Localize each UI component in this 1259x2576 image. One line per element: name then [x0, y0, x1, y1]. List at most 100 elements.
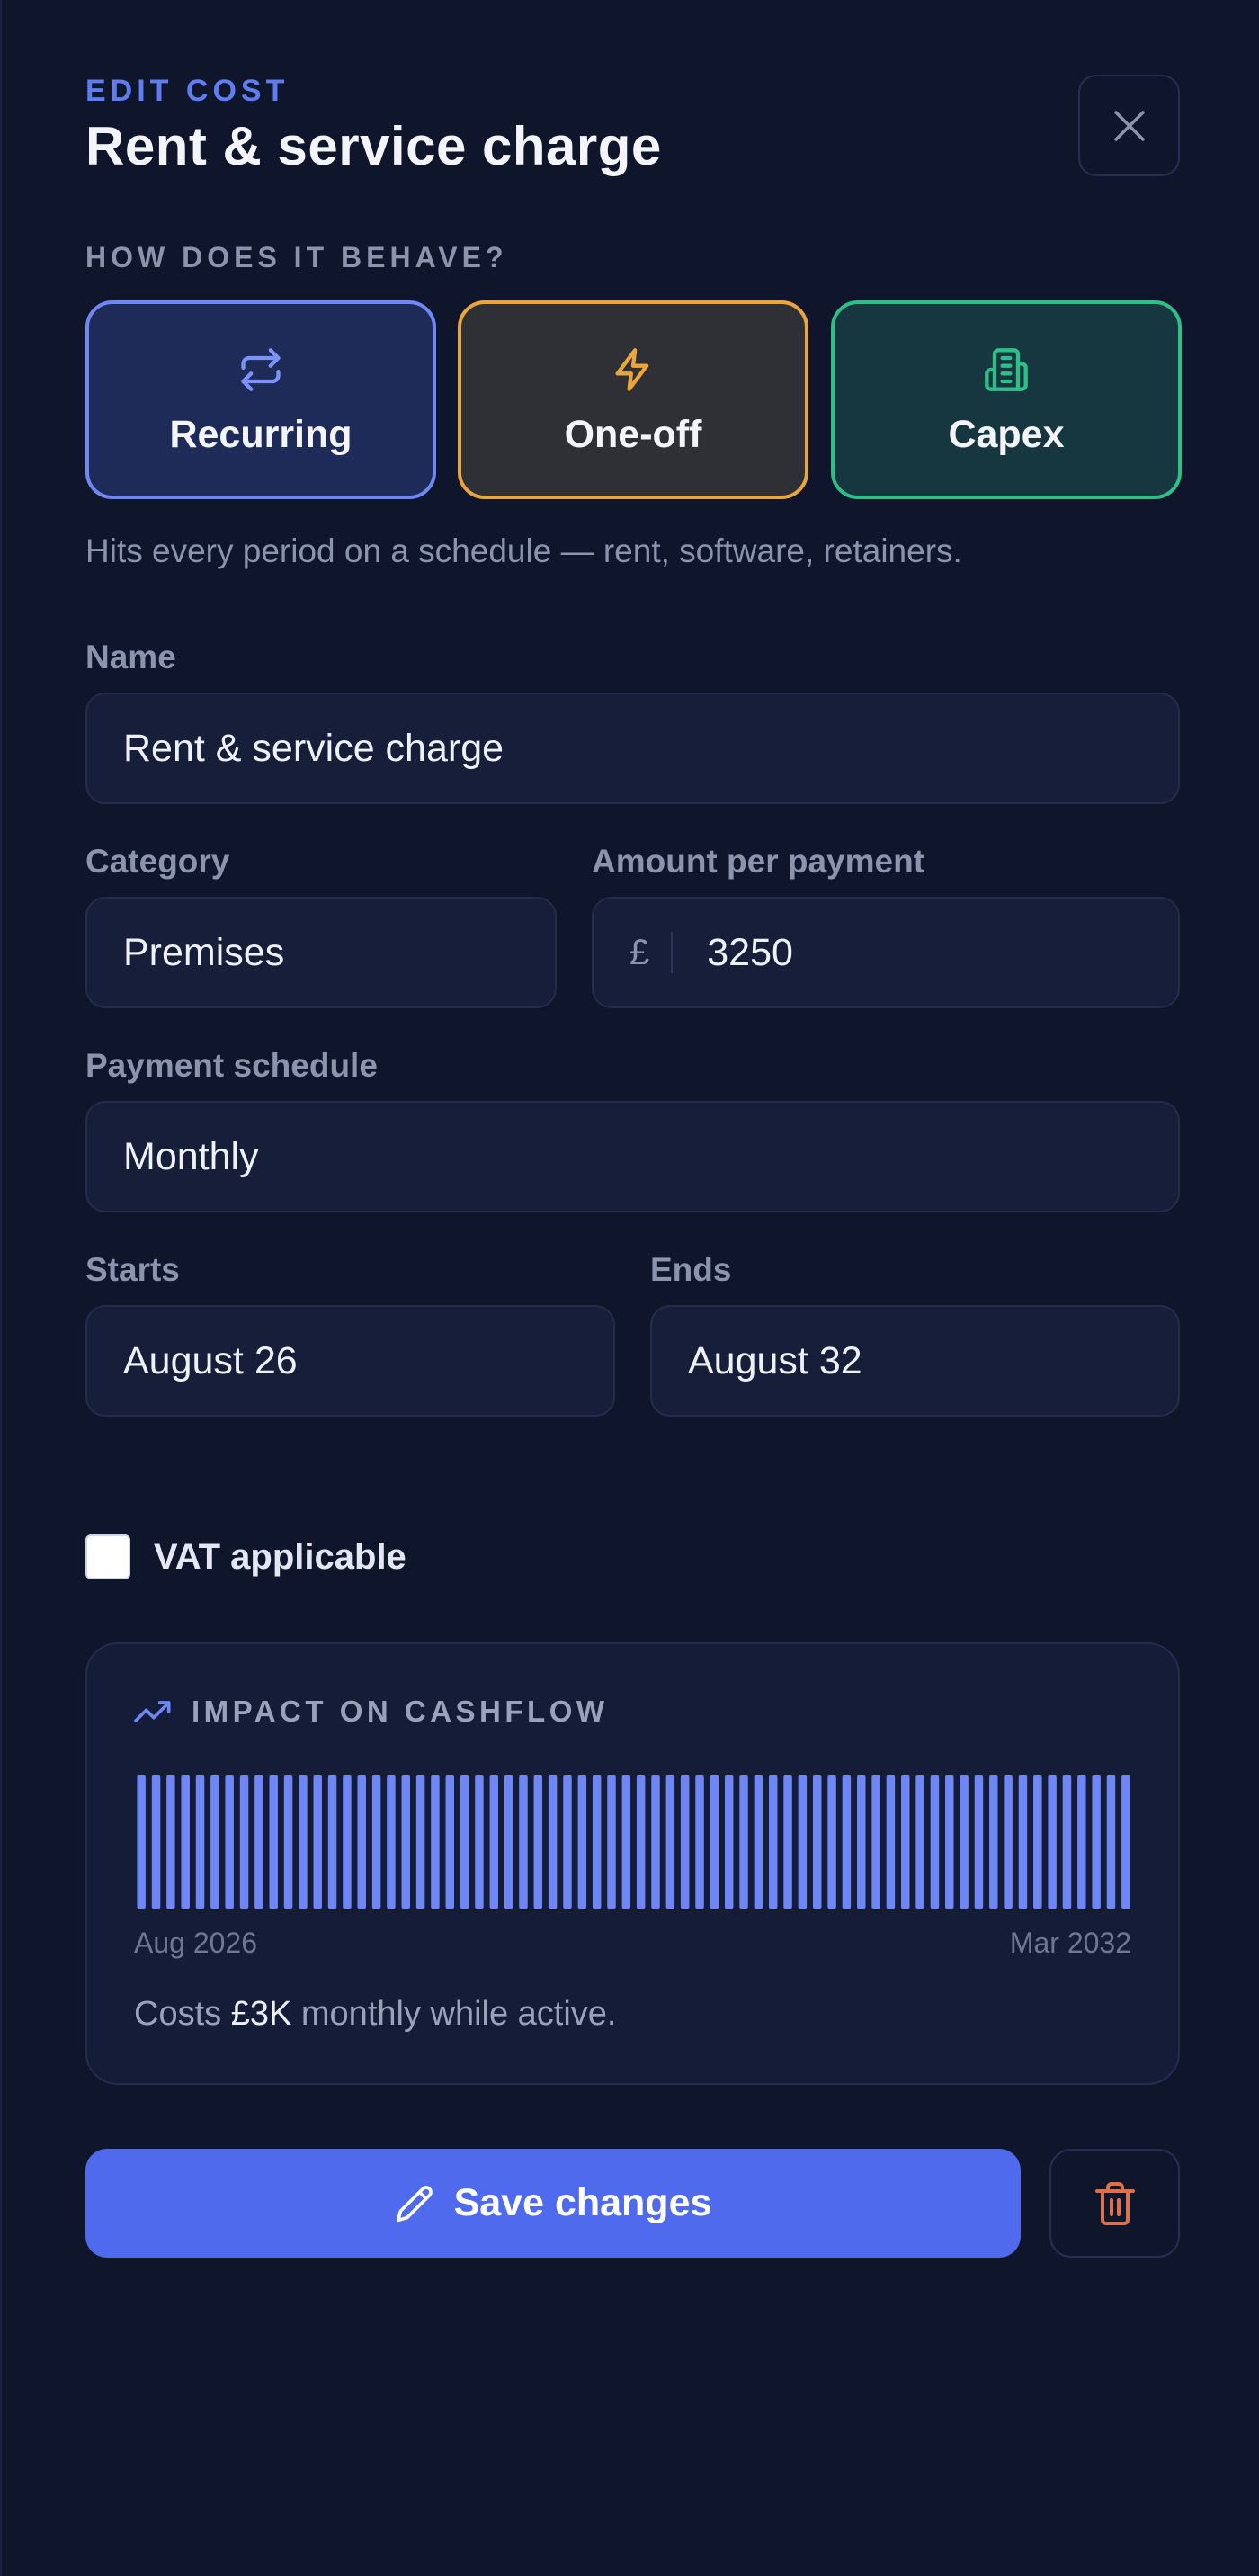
impact-bar [651, 1775, 660, 1909]
vat-checkbox[interactable] [85, 1534, 130, 1579]
impact-bar [210, 1775, 219, 1909]
impact-bar [431, 1775, 440, 1909]
type-option-label: One-off [564, 413, 702, 456]
eyebrow-label: EDIT COST [85, 74, 290, 108]
impact-bar [548, 1775, 558, 1909]
lightning-icon [615, 348, 649, 391]
repeat-icon [241, 348, 281, 391]
impact-bar [1121, 1775, 1130, 1909]
name-label: Name [85, 639, 176, 675]
name-value: Rent & service charge [123, 726, 504, 770]
impact-bar [151, 1775, 161, 1909]
ends-input[interactable]: August 32 [650, 1305, 1180, 1417]
starts-label: Starts [85, 1251, 180, 1288]
impact-bar [930, 1775, 940, 1909]
name-input[interactable]: Rent & service charge [85, 693, 1180, 804]
schedule-label: Payment schedule [85, 1047, 378, 1084]
impact-bar [343, 1775, 352, 1909]
impact-bar [1062, 1775, 1072, 1909]
starts-input[interactable]: August 26 [85, 1305, 615, 1417]
behaviour-helper-text: Hits every period on a schedule — rent, … [85, 532, 962, 569]
impact-bars [137, 1775, 1130, 1909]
impact-bar [254, 1775, 263, 1909]
schedule-value: Monthly [123, 1134, 259, 1178]
impact-note-prefix: Costs [134, 1995, 222, 2033]
amount-input[interactable]: £ 3250 [592, 897, 1180, 1008]
impact-card: IMPACT ON CASHFLOW Aug 2026 Mar 2032 Cos… [85, 1642, 1180, 2085]
impact-bar [445, 1775, 455, 1909]
impact-bar [871, 1775, 880, 1909]
impact-bar [415, 1775, 425, 1909]
starts-value: August 26 [123, 1338, 298, 1382]
ends-value: August 32 [688, 1338, 862, 1382]
category-select[interactable]: Premises [85, 897, 557, 1008]
impact-bar [695, 1775, 704, 1909]
impact-bar [387, 1775, 396, 1909]
edit-cost-panel: EDIT COST Rent & service charge HOW DOES… [0, 0, 1259, 2576]
impact-bar [489, 1775, 499, 1909]
impact-bar [1092, 1775, 1101, 1909]
impact-bar [195, 1775, 205, 1909]
category-value: Premises [123, 930, 285, 974]
type-option-one-off[interactable]: One-off [458, 300, 808, 499]
impact-bar [886, 1775, 896, 1909]
type-option-capex[interactable]: Capex [831, 300, 1182, 499]
impact-title: IMPACT ON CASHFLOW [192, 1695, 609, 1728]
impact-bar [621, 1775, 631, 1909]
impact-bar [475, 1775, 484, 1909]
type-option-recurring[interactable]: Recurring [85, 300, 436, 499]
trending-up-icon [134, 1701, 171, 1722]
type-option-label: Capex [948, 413, 1065, 456]
impact-bar [960, 1775, 969, 1909]
save-changes-button[interactable]: Save changes [85, 2149, 1021, 2258]
impact-bar [592, 1775, 602, 1909]
schedule-select[interactable]: Monthly [85, 1101, 1180, 1212]
impact-bar [798, 1775, 808, 1909]
impact-bar [327, 1775, 337, 1909]
category-label: Category [85, 843, 230, 880]
impact-bar [754, 1775, 763, 1909]
impact-bar [739, 1775, 748, 1909]
impact-bar [945, 1775, 954, 1909]
impact-bar [357, 1775, 366, 1909]
impact-bar [269, 1775, 278, 1909]
impact-bar [1033, 1775, 1042, 1909]
impact-bar [1048, 1775, 1057, 1909]
impact-bar [181, 1775, 190, 1909]
currency-divider [671, 932, 674, 973]
impact-bar [710, 1775, 719, 1909]
impact-bar [768, 1775, 778, 1909]
amount-value: 3250 [707, 930, 793, 974]
impact-note-amount: £3K [230, 1995, 292, 2033]
impact-bar [371, 1775, 381, 1909]
impact-bar [1106, 1775, 1116, 1909]
impact-bar [519, 1775, 528, 1909]
impact-bar [680, 1775, 690, 1909]
impact-bar [724, 1775, 734, 1909]
impact-bar [401, 1775, 410, 1909]
impact-bar [283, 1775, 293, 1909]
impact-bar [842, 1775, 852, 1909]
trash-icon [1094, 2181, 1135, 2225]
impact-bar [225, 1775, 234, 1909]
impact-start-label: Aug 2026 [134, 1927, 258, 1959]
vat-label: VAT applicable [154, 1537, 406, 1577]
impact-bar [607, 1775, 616, 1909]
ends-label: Ends [650, 1251, 732, 1288]
page-title: Rent & service charge [85, 116, 662, 176]
amount-label: Amount per payment [592, 843, 925, 880]
impact-bar [239, 1775, 249, 1909]
save-changes-label: Save changes [453, 2181, 712, 2224]
delete-button[interactable] [1049, 2149, 1180, 2258]
pencil-icon [396, 2185, 433, 2222]
impact-bar [1004, 1775, 1013, 1909]
impact-bar [504, 1775, 513, 1909]
impact-bar [783, 1775, 792, 1909]
impact-bar [901, 1775, 910, 1909]
building-icon [985, 348, 1028, 391]
impact-bar [665, 1775, 675, 1909]
impact-header: IMPACT ON CASHFLOW [134, 1695, 609, 1729]
close-button[interactable] [1078, 75, 1180, 176]
impact-bar [1018, 1775, 1028, 1909]
impact-note-suffix: monthly while active. [300, 1995, 617, 2033]
